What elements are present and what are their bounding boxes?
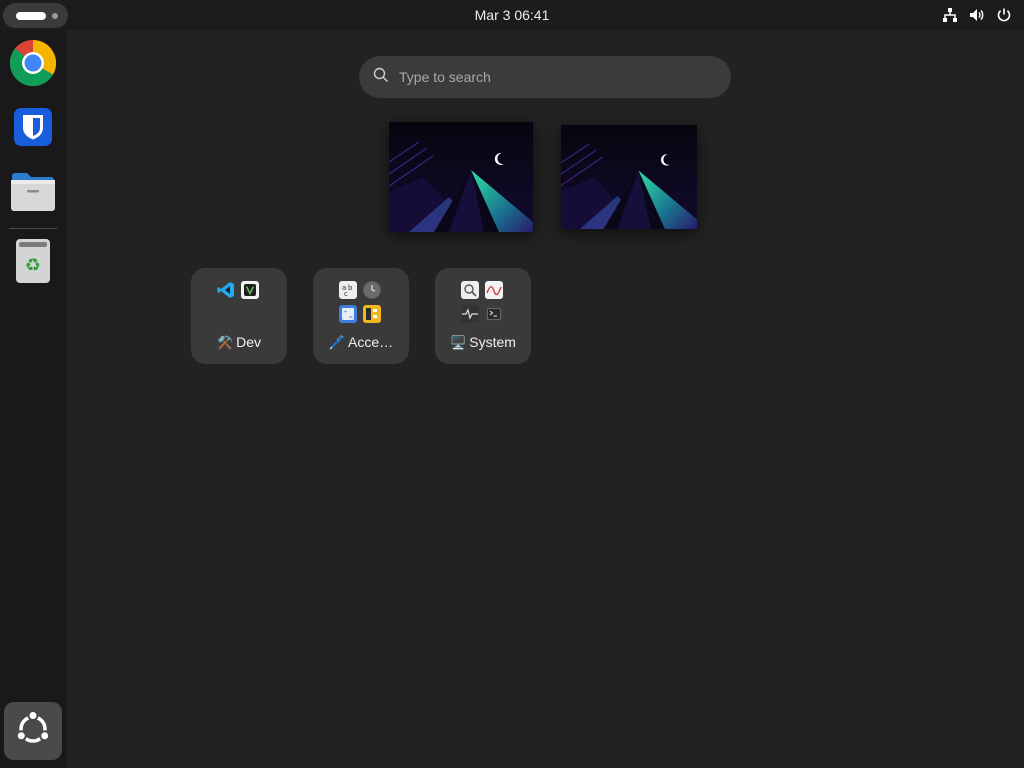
chrome-icon [9, 39, 57, 92]
activities-button[interactable] [3, 3, 68, 28]
dock-item-trash[interactable]: ♻ [6, 236, 60, 290]
folder-label: 🖊️ Acce… [313, 334, 409, 351]
system-monitor-icon [485, 281, 503, 299]
network-icon[interactable] [942, 7, 958, 23]
dock-item-files[interactable] [6, 166, 60, 220]
search-input[interactable] [397, 68, 701, 86]
calculator-alt-icon [363, 305, 381, 323]
dock: ♻ [0, 30, 66, 768]
vscode-icon [217, 281, 235, 299]
activity-icon [461, 305, 479, 323]
system-tray[interactable] [942, 7, 1012, 23]
folder-icon-grid [461, 281, 505, 325]
calculator-icon: + = [339, 305, 357, 323]
folder-name: Acce… [348, 334, 394, 350]
tools-emoji: ⚒️ [216, 335, 234, 350]
volume-icon[interactable] [968, 7, 986, 23]
search-box[interactable] [359, 56, 731, 98]
svg-text:♻: ♻ [25, 255, 41, 276]
workspace-thumbnail-2[interactable] [561, 125, 697, 229]
workspace-indicator-dot [52, 13, 58, 19]
disk-usage-icon [461, 281, 479, 299]
app-folder-accessories[interactable]: abc + = 🖊️ Acce… [313, 268, 409, 364]
folder-icon-grid: abc + = [339, 281, 383, 325]
svg-text:b: b [348, 284, 353, 292]
svg-text:c: c [344, 290, 348, 297]
folder-name: Dev [236, 334, 262, 350]
folder-icon-grid [217, 281, 261, 325]
show-apps-button[interactable] [4, 702, 62, 760]
dock-item-bitwarden[interactable] [6, 102, 60, 156]
workspace-thumbnail-1[interactable] [389, 122, 533, 232]
ubuntu-logo-icon [14, 709, 52, 753]
clock-icon [363, 281, 381, 299]
terminal-icon [485, 305, 503, 323]
clock[interactable]: Mar 3 06:41 [452, 7, 572, 23]
search-icon [373, 67, 389, 88]
files-icon [10, 170, 56, 217]
svg-text:+: + [344, 310, 348, 316]
pen-emoji: 🖊️ [328, 335, 346, 350]
svg-text:=: = [349, 315, 353, 321]
top-bar: Mar 3 06:41 [0, 0, 1024, 30]
trash-icon: ♻ [14, 238, 52, 289]
wallpaper-image [389, 122, 533, 232]
vim-icon [241, 281, 259, 299]
bitwarden-icon [13, 107, 53, 152]
dock-separator [9, 228, 57, 229]
computer-emoji: 🖥️ [450, 335, 467, 350]
app-folder-dev[interactable]: ⚒️ Dev [191, 268, 287, 364]
folder-label: ⚒️ Dev [191, 334, 287, 351]
text-editor-icon: abc [339, 281, 357, 299]
dock-item-chrome[interactable] [6, 38, 60, 92]
folder-label: 🖥️ System [435, 334, 531, 351]
app-folder-system[interactable]: 🖥️ System [435, 268, 531, 364]
wallpaper-image [561, 125, 697, 229]
folder-name: System [469, 334, 516, 350]
workspace-indicator-active [16, 12, 46, 20]
power-icon[interactable] [996, 7, 1012, 23]
